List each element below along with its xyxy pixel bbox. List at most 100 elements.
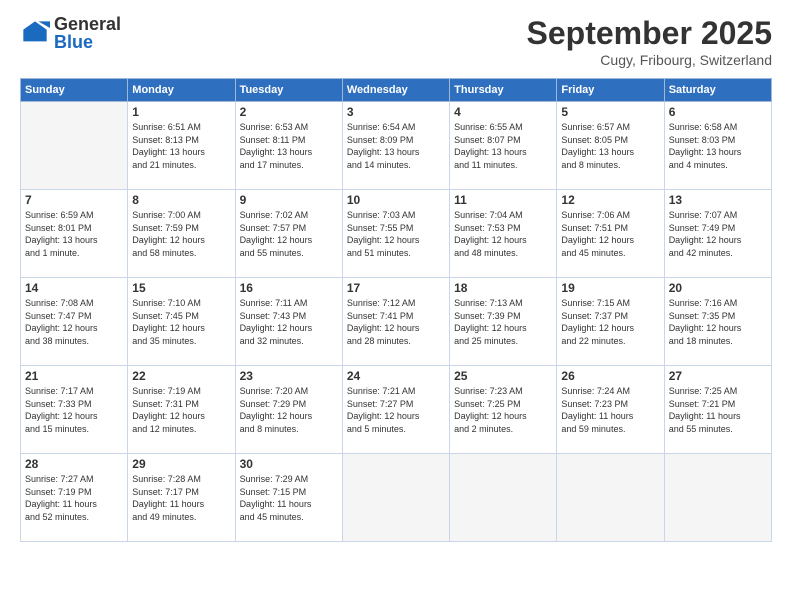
logo-general: General <box>54 15 121 33</box>
calendar-cell <box>557 454 664 542</box>
day-info: Sunrise: 7:02 AM Sunset: 7:57 PM Dayligh… <box>240 209 338 259</box>
day-info: Sunrise: 7:19 AM Sunset: 7:31 PM Dayligh… <box>132 385 230 435</box>
day-info: Sunrise: 7:23 AM Sunset: 7:25 PM Dayligh… <box>454 385 552 435</box>
calendar-week-2: 7Sunrise: 6:59 AM Sunset: 8:01 PM Daylig… <box>21 190 772 278</box>
calendar-cell: 14 Sunrise: 7:08 AM Sunset: 7:47 PM Dayli… <box>21 278 128 366</box>
calendar-cell <box>21 102 128 190</box>
day-number: 8 <box>132 193 230 207</box>
day-number: 4 <box>454 105 552 119</box>
day-number: 22 <box>132 369 230 383</box>
day-number: 19 <box>561 281 659 295</box>
day-info: Sunrise: 7:03 AM Sunset: 7:55 PM Dayligh… <box>347 209 445 259</box>
day-number: 1 <box>132 105 230 119</box>
day-info: Sunrise: 7:00 AM Sunset: 7:59 PM Dayligh… <box>132 209 230 259</box>
day-number: 3 <box>347 105 445 119</box>
calendar-cell: 27Sunrise: 7:25 AM Sunset: 7:21 PM Dayli… <box>664 366 771 454</box>
calendar-cell: 1 Sunrise: 6:51 AM Sunset: 8:13 PM Daylig… <box>128 102 235 190</box>
day-number: 18 <box>454 281 552 295</box>
day-number: 24 <box>347 369 445 383</box>
calendar-cell: 25 Sunrise: 7:23 AM Sunset: 7:25 PM Dayli… <box>450 366 557 454</box>
calendar-cell: 23 Sunrise: 7:20 AM Sunset: 7:29 PM Dayli… <box>235 366 342 454</box>
calendar-cell: 5Sunrise: 6:57 AM Sunset: 8:05 PM Daylig… <box>557 102 664 190</box>
logo-icon <box>20 18 50 48</box>
calendar-cell: 6 Sunrise: 6:58 AM Sunset: 8:03 PM Daylig… <box>664 102 771 190</box>
day-number: 25 <box>454 369 552 383</box>
day-info: Sunrise: 7:29 AM Sunset: 7:15 PM Dayligh… <box>240 473 338 523</box>
day-number: 17 <box>347 281 445 295</box>
calendar-cell: 12 Sunrise: 7:06 AM Sunset: 7:51 PM Dayli… <box>557 190 664 278</box>
calendar-header-row: Sunday Monday Tuesday Wednesday Thursday… <box>21 79 772 102</box>
day-info: Sunrise: 7:21 AM Sunset: 7:27 PM Dayligh… <box>347 385 445 435</box>
calendar-cell: 18Sunrise: 7:13 AM Sunset: 7:39 PM Dayli… <box>450 278 557 366</box>
day-number: 16 <box>240 281 338 295</box>
day-number: 12 <box>561 193 659 207</box>
day-info: Sunrise: 7:04 AM Sunset: 7:53 PM Dayligh… <box>454 209 552 259</box>
calendar-table: Sunday Monday Tuesday Wednesday Thursday… <box>20 78 772 542</box>
title-block: September 2025 Cugy, Fribourg, Switzerla… <box>527 15 772 68</box>
day-info: Sunrise: 7:08 AM Sunset: 7:47 PM Dayligh… <box>25 297 123 347</box>
day-info: Sunrise: 7:28 AM Sunset: 7:17 PM Dayligh… <box>132 473 230 523</box>
location: Cugy, Fribourg, Switzerland <box>527 52 772 68</box>
calendar-cell: 19 Sunrise: 7:15 AM Sunset: 7:37 PM Dayli… <box>557 278 664 366</box>
calendar-cell: 11 Sunrise: 7:04 AM Sunset: 7:53 PM Dayli… <box>450 190 557 278</box>
logo: General Blue <box>20 15 121 51</box>
day-number: 20 <box>669 281 767 295</box>
day-number: 26 <box>561 369 659 383</box>
col-friday: Friday <box>557 79 664 102</box>
day-info: Sunrise: 6:58 AM Sunset: 8:03 PM Dayligh… <box>669 121 767 171</box>
day-info: Sunrise: 7:20 AM Sunset: 7:29 PM Dayligh… <box>240 385 338 435</box>
day-info: Sunrise: 6:55 AM Sunset: 8:07 PM Dayligh… <box>454 121 552 171</box>
day-info: Sunrise: 7:10 AM Sunset: 7:45 PM Dayligh… <box>132 297 230 347</box>
month-title: September 2025 <box>527 15 772 52</box>
calendar-cell: 4 Sunrise: 6:55 AM Sunset: 8:07 PM Daylig… <box>450 102 557 190</box>
day-info: Sunrise: 7:11 AM Sunset: 7:43 PM Dayligh… <box>240 297 338 347</box>
calendar-cell: 24 Sunrise: 7:21 AM Sunset: 7:27 PM Dayli… <box>342 366 449 454</box>
calendar-cell: 17Sunrise: 7:12 AM Sunset: 7:41 PM Dayli… <box>342 278 449 366</box>
calendar-cell: 21 Sunrise: 7:17 AM Sunset: 7:33 PM Dayli… <box>21 366 128 454</box>
day-number: 14 <box>25 281 123 295</box>
calendar-week-5: 28 Sunrise: 7:27 AM Sunset: 7:19 PM Dayli… <box>21 454 772 542</box>
day-info: Sunrise: 7:24 AM Sunset: 7:23 PM Dayligh… <box>561 385 659 435</box>
calendar-cell <box>664 454 771 542</box>
calendar-week-4: 21 Sunrise: 7:17 AM Sunset: 7:33 PM Dayli… <box>21 366 772 454</box>
calendar-cell <box>450 454 557 542</box>
logo-blue: Blue <box>54 33 121 51</box>
day-number: 11 <box>454 193 552 207</box>
col-sunday: Sunday <box>21 79 128 102</box>
col-saturday: Saturday <box>664 79 771 102</box>
logo-text: General Blue <box>54 15 121 51</box>
calendar-page: General Blue September 2025 Cugy, Fribou… <box>0 0 792 612</box>
day-info: Sunrise: 7:07 AM Sunset: 7:49 PM Dayligh… <box>669 209 767 259</box>
day-number: 6 <box>669 105 767 119</box>
day-number: 7 <box>25 193 123 207</box>
col-tuesday: Tuesday <box>235 79 342 102</box>
day-info: Sunrise: 6:51 AM Sunset: 8:13 PM Dayligh… <box>132 121 230 171</box>
day-info: Sunrise: 6:54 AM Sunset: 8:09 PM Dayligh… <box>347 121 445 171</box>
calendar-cell: 13 Sunrise: 7:07 AM Sunset: 7:49 PM Dayli… <box>664 190 771 278</box>
day-number: 13 <box>669 193 767 207</box>
calendar-cell <box>342 454 449 542</box>
calendar-cell: 26 Sunrise: 7:24 AM Sunset: 7:23 PM Dayli… <box>557 366 664 454</box>
day-info: Sunrise: 7:15 AM Sunset: 7:37 PM Dayligh… <box>561 297 659 347</box>
day-info: Sunrise: 7:17 AM Sunset: 7:33 PM Dayligh… <box>25 385 123 435</box>
day-info: Sunrise: 7:16 AM Sunset: 7:35 PM Dayligh… <box>669 297 767 347</box>
calendar-cell: 29Sunrise: 7:28 AM Sunset: 7:17 PM Dayli… <box>128 454 235 542</box>
calendar-cell: 10 Sunrise: 7:03 AM Sunset: 7:55 PM Dayli… <box>342 190 449 278</box>
day-number: 21 <box>25 369 123 383</box>
day-info: Sunrise: 7:06 AM Sunset: 7:51 PM Dayligh… <box>561 209 659 259</box>
calendar-cell: 3 Sunrise: 6:54 AM Sunset: 8:09 PM Daylig… <box>342 102 449 190</box>
calendar-cell: 15 Sunrise: 7:10 AM Sunset: 7:45 PM Dayli… <box>128 278 235 366</box>
day-number: 30 <box>240 457 338 471</box>
day-info: Sunrise: 7:27 AM Sunset: 7:19 PM Dayligh… <box>25 473 123 523</box>
day-number: 10 <box>347 193 445 207</box>
day-info: Sunrise: 7:25 AM Sunset: 7:21 PM Dayligh… <box>669 385 767 435</box>
calendar-week-1: 1 Sunrise: 6:51 AM Sunset: 8:13 PM Daylig… <box>21 102 772 190</box>
day-info: Sunrise: 6:53 AM Sunset: 8:11 PM Dayligh… <box>240 121 338 171</box>
day-number: 28 <box>25 457 123 471</box>
calendar-cell: 9Sunrise: 7:02 AM Sunset: 7:57 PM Daylig… <box>235 190 342 278</box>
day-number: 2 <box>240 105 338 119</box>
col-monday: Monday <box>128 79 235 102</box>
day-number: 15 <box>132 281 230 295</box>
day-number: 23 <box>240 369 338 383</box>
calendar-week-3: 14 Sunrise: 7:08 AM Sunset: 7:47 PM Dayli… <box>21 278 772 366</box>
